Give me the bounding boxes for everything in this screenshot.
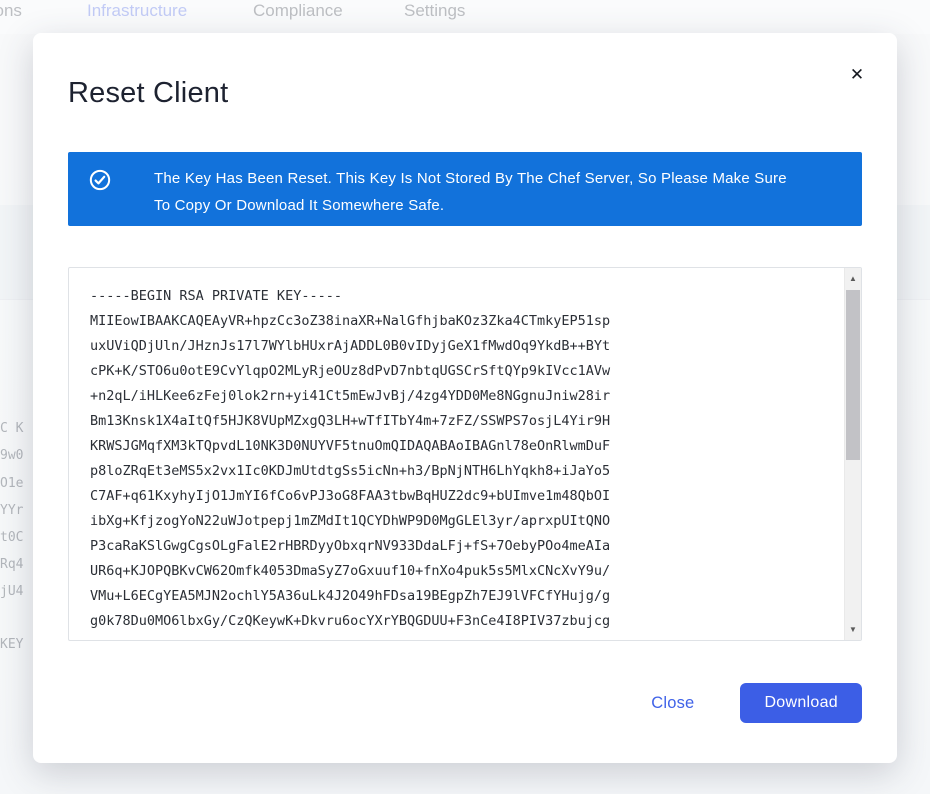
- modal-title: Reset Client: [68, 77, 228, 110]
- download-button[interactable]: Download: [740, 683, 862, 723]
- banner-message: The Key Has Been Reset. This Key Is Not …: [154, 165, 804, 219]
- reset-client-modal: ✕ Reset Client The Key Has Been Reset. T…: [33, 33, 897, 763]
- close-button[interactable]: Close: [651, 694, 694, 713]
- scrollbar[interactable]: ▲ ▼: [844, 268, 861, 640]
- scroll-down-icon[interactable]: ▼: [845, 621, 861, 638]
- success-banner: The Key Has Been Reset. This Key Is Not …: [68, 152, 862, 226]
- close-icon[interactable]: ✕: [841, 59, 873, 91]
- modal-footer: Close Download: [651, 683, 862, 723]
- private-key-box: -----BEGIN RSA PRIVATE KEY----- MIIEowIB…: [68, 267, 862, 641]
- private-key-text[interactable]: -----BEGIN RSA PRIVATE KEY----- MIIEowIB…: [69, 268, 844, 640]
- check-circle-icon: [89, 169, 111, 191]
- scrollbar-thumb[interactable]: [846, 290, 860, 460]
- scroll-up-icon[interactable]: ▲: [845, 270, 861, 287]
